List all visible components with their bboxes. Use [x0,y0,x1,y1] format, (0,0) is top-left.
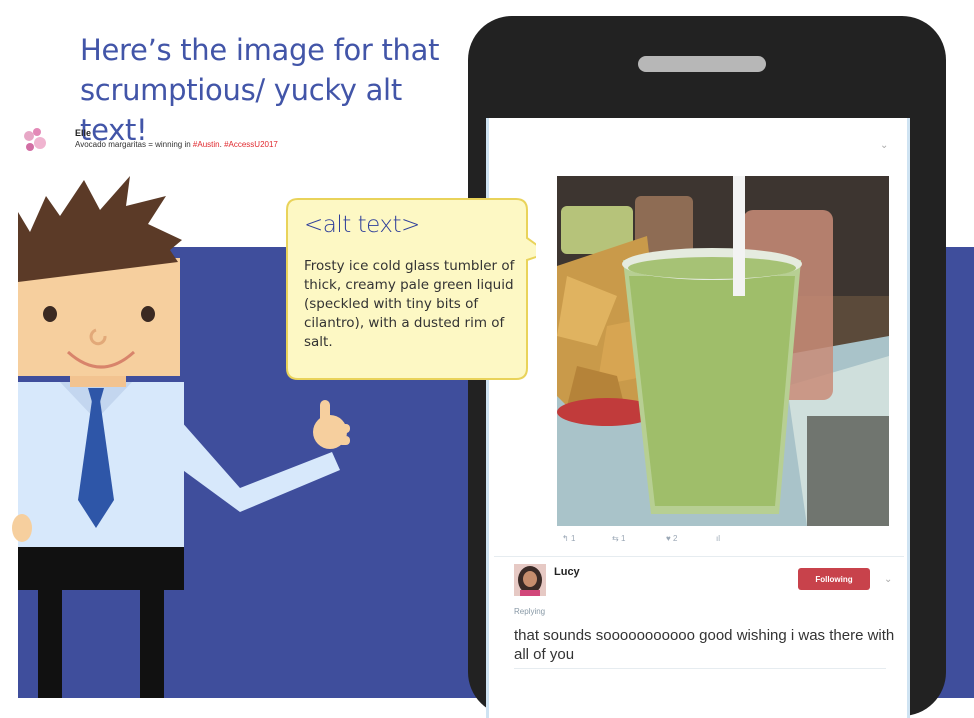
retweet-count: 1 [620,534,626,543]
like-action[interactable]: ♥ 2 [666,534,677,543]
reply-icon: ↰ [562,534,569,543]
tweet-menu-chevron-icon[interactable]: ⌄ [880,140,888,151]
elle-avatar[interactable] [20,124,52,156]
analytics-icon: ıl [716,534,720,543]
like-count: 2 [672,534,678,543]
alt-text-description: Frosty ice cold glass tumbler of thick, … [304,258,515,350]
retweet-action[interactable]: ⇆ 1 [612,534,625,543]
lucy-avatar[interactable] [514,564,546,596]
tweet-photo-margarita[interactable] [557,176,889,526]
reply-author[interactable]: Lucy [554,566,580,578]
tweet-text-prefix: Avocado margaritas = winning in [75,140,193,149]
tweet-text: Avocado margaritas = winning in #Austin.… [75,140,278,149]
reply-menu-chevron-icon[interactable]: ⌄ [884,574,892,585]
reply-text: that sounds sooooooooooo good wishing i … [514,627,895,663]
tweet-author[interactable]: Elle [75,128,91,138]
reply-count: 1 [570,534,576,543]
reply-action[interactable]: ↰ 1 [562,534,575,543]
reply-rule [514,668,886,669]
replying-label: Replying [514,607,546,616]
phone-speaker [638,56,766,72]
hashtag-accessu[interactable]: #AccessU2017 [224,140,278,149]
alt-text-heading: <alt text> [304,212,420,238]
tweet-divider [494,556,904,557]
hashtag-austin[interactable]: #Austin [193,140,220,149]
analytics-action[interactable]: ıl [716,534,720,543]
following-button[interactable]: Following [798,568,870,590]
heart-icon: ♥ [666,534,671,543]
retweet-icon: ⇆ [612,534,619,543]
